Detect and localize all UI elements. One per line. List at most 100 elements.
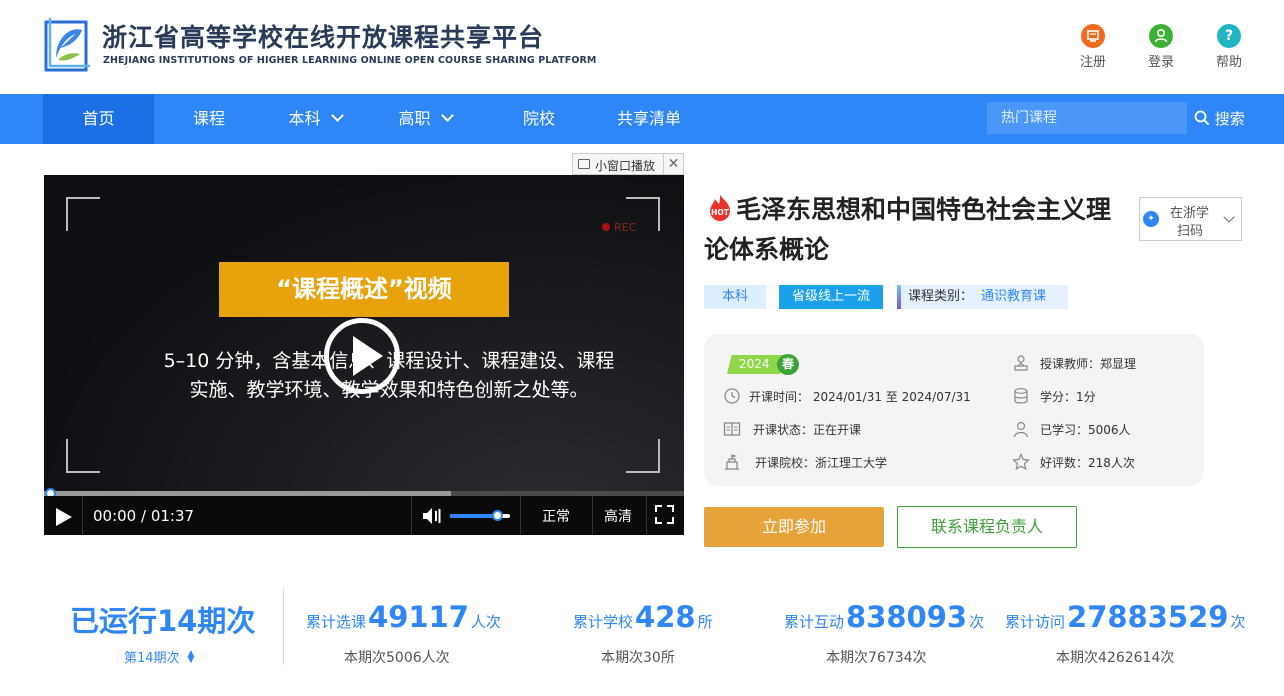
- status-text: 开课状态：正在开课: [753, 423, 862, 437]
- nav-item-undergrad[interactable]: 本科: [270, 94, 360, 144]
- clock-icon: [724, 388, 740, 404]
- chevron-down-icon: [440, 109, 454, 122]
- divider: [411, 496, 412, 535]
- star-icon: [1012, 453, 1030, 471]
- play-icon[interactable]: [56, 508, 72, 526]
- stat-unit: 人次: [470, 613, 501, 631]
- login-link[interactable]: 登录: [1141, 24, 1181, 70]
- contact-owner-button[interactable]: 联系课程负责人: [897, 506, 1077, 548]
- divider: [520, 496, 521, 535]
- stat-interactions: 累计互动838093 次: [784, 600, 984, 634]
- stat-sub: 本期次4262614次: [1056, 650, 1175, 666]
- stat-label: 累计互动: [784, 613, 845, 631]
- stat-unit: 次: [1230, 613, 1246, 631]
- speed-button[interactable]: 正常: [542, 506, 570, 526]
- divider: [592, 496, 593, 535]
- learners-text: 已学习：5006人: [1040, 423, 1131, 437]
- mini-window-label: 小窗口播放: [595, 159, 656, 173]
- join-button[interactable]: 立即参加: [704, 507, 884, 547]
- video-player[interactable]: REC “课程概述”视频 5–10 分钟，含基本信息、课程设计、课程建设、课程 …: [44, 175, 684, 535]
- help-icon: ?: [1217, 24, 1241, 48]
- stat-label: 累计学校: [573, 613, 634, 631]
- stat-label: 累计访问: [1005, 613, 1066, 631]
- nav-item-share-list[interactable]: 共享清单: [604, 94, 694, 144]
- person-icon: [1013, 421, 1029, 438]
- volume-handle[interactable]: [492, 510, 503, 521]
- credit-text: 学分：1分: [1040, 390, 1096, 404]
- help-link[interactable]: ? 帮助: [1209, 24, 1249, 70]
- open-time-text: 开课时间： 2024/01/31 至 2024/07/31: [749, 390, 971, 404]
- frame-corner: [626, 439, 660, 473]
- stat-schools: 累计学校428 所: [573, 600, 713, 634]
- search-input[interactable]: [987, 102, 1187, 134]
- rec-label: REC: [614, 221, 637, 234]
- database-icon: [1014, 388, 1028, 404]
- scan-label: 扫码: [1177, 224, 1204, 239]
- register-link[interactable]: 注册: [1073, 24, 1113, 70]
- stat-unit: 所: [697, 613, 713, 631]
- register-label: 注册: [1079, 55, 1106, 70]
- award-tag: 省级线上一流: [779, 285, 883, 309]
- user-icon: [1149, 24, 1173, 48]
- mini-window-toggle[interactable]: 小窗口播放 ✕: [572, 153, 684, 175]
- level-tag: 本科: [704, 285, 766, 309]
- stat-sub: 本期次30所: [601, 650, 675, 666]
- period-selector[interactable]: 第14期次 ▲ ▼: [124, 647, 194, 666]
- fullscreen-icon[interactable]: [655, 505, 674, 524]
- help-label: 帮助: [1215, 55, 1242, 70]
- big-play-icon[interactable]: [324, 318, 400, 394]
- frame-corner: [66, 197, 100, 231]
- nav-item-vocational[interactable]: 高职: [380, 94, 470, 144]
- category-value[interactable]: 通识教育课: [981, 289, 1046, 304]
- platform-logo-icon[interactable]: [42, 14, 92, 72]
- nav-item-label: 高职: [398, 109, 431, 128]
- volume-icon[interactable]: [422, 507, 442, 525]
- run-count: 已运行14期次: [70, 604, 256, 638]
- scan-dropdown[interactable]: ✦ 在浙学 扫码: [1139, 197, 1242, 241]
- site-title[interactable]: 浙江省高等学校在线开放课程共享平台: [102, 18, 544, 54]
- stat-number: 838093: [846, 600, 968, 634]
- stat-label: 累计选课: [306, 613, 367, 631]
- stat-sub: 本期次76734次: [826, 650, 927, 666]
- search-label: 搜索: [1214, 110, 1245, 128]
- nav-item-label: 院校: [522, 109, 555, 128]
- volume-fill: [450, 514, 498, 518]
- period-label: 第14期次: [124, 651, 180, 666]
- stat-visits: 累计访问27883529 次: [1005, 600, 1245, 634]
- video-banner: “课程概述”视频: [219, 262, 509, 317]
- site-subtitle: ZHEJIANG INSTITUTIONS OF HIGHER LEARNING…: [103, 55, 597, 66]
- course-title: 毛泽东思想和中国特色社会主义理论体系概论: [704, 195, 1112, 264]
- nav-item-home[interactable]: 首页: [43, 94, 154, 144]
- site-header: 浙江省高等学校在线开放课程共享平台 ZHEJIANG INSTITUTIONS …: [0, 0, 1284, 94]
- chevron-down-icon: [330, 109, 344, 122]
- tv-icon: [578, 159, 590, 169]
- divider: [283, 588, 284, 665]
- stat-sub: 本期次5006人次: [344, 650, 450, 666]
- stat-number: 27883529: [1067, 600, 1229, 634]
- register-icon: [1081, 24, 1105, 48]
- stat-number: 428: [635, 600, 696, 634]
- search-icon: [1194, 110, 1210, 126]
- time-display: 00:00 / 01:37: [93, 507, 195, 525]
- rec-dot-icon: [602, 223, 610, 231]
- player-controls: 00:00 / 01:37 正常 高清: [44, 496, 684, 535]
- category-label: 课程类别：: [908, 289, 974, 304]
- teacher-text: 授课教师：郑显理: [1040, 357, 1137, 371]
- search-button[interactable]: 搜索: [1194, 108, 1245, 128]
- rec-indicator: REC: [602, 221, 636, 234]
- divider: [82, 496, 83, 535]
- stat-unit: 次: [969, 613, 985, 631]
- school-text: 开课院校：浙江理工大学: [755, 456, 888, 470]
- frame-corner: [66, 439, 100, 473]
- book-icon: [723, 422, 741, 436]
- stat-number: 49117: [368, 600, 469, 634]
- close-icon[interactable]: ✕: [663, 154, 683, 174]
- nav-item-label: 本科: [288, 109, 321, 128]
- nav-item-label: 课程: [192, 109, 225, 128]
- nav-item-schools[interactable]: 院校: [500, 94, 578, 144]
- login-label: 登录: [1147, 55, 1174, 70]
- zhexue-app-icon: ✦: [1143, 211, 1159, 227]
- sort-arrows-icon: ▲ ▼: [187, 648, 195, 665]
- nav-item-courses[interactable]: 课程: [170, 94, 248, 144]
- quality-button[interactable]: 高清: [604, 506, 632, 526]
